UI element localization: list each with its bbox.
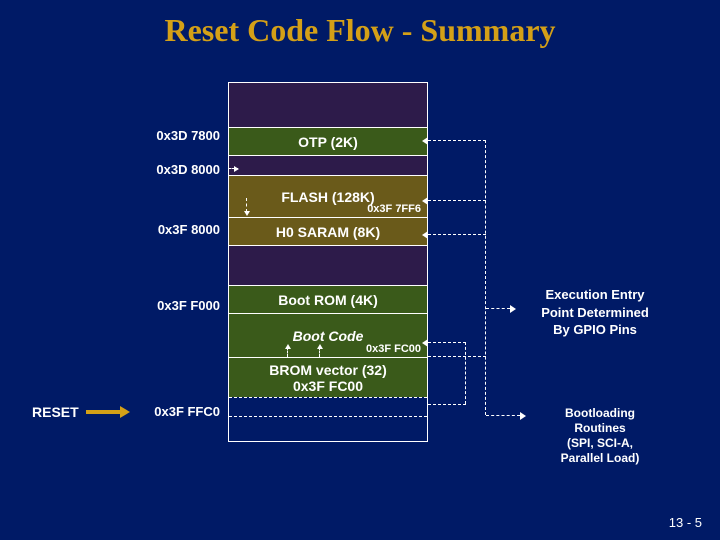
bromvec-l2: 0x3F FC00 [229, 378, 427, 394]
conn-brom-up [465, 342, 466, 404]
block-bootcode: Boot Code 0x3F FC00 [229, 313, 427, 357]
conn-to-flash-arrow-icon [428, 200, 486, 201]
bootcode-label: Boot Code [229, 328, 427, 344]
block-gap2 [229, 155, 427, 175]
conn-to-bootload-arrow-icon [486, 415, 520, 416]
bootloading-l1: Bootloading [520, 406, 680, 421]
conn-brom-in-arrow-icon [428, 342, 466, 343]
reset-arrow-icon [86, 410, 122, 414]
conn-to-h0-arrow-icon [428, 234, 486, 235]
block-bromvec: BROM vector (32) 0x3F FC00 [229, 357, 427, 397]
flash-inner-arrow-icon [246, 198, 247, 212]
block-gap3 [229, 245, 427, 285]
block-flash: FLASH (128K) 0x3F 7FF6 [229, 175, 427, 217]
reset-label: RESET [32, 404, 79, 420]
block-otp: OTP (2K) [229, 127, 427, 155]
memory-map: OTP (2K) FLASH (128K) 0x3F 7FF6 H0 SARAM… [228, 82, 428, 442]
block-gap-top [229, 83, 427, 127]
bootcode-addr: 0x3F FC00 [366, 343, 421, 355]
block-h0saram: H0 SARAM (8K) [229, 217, 427, 245]
exec-entry-text: Execution Entry Point Determined By GPIO… [510, 286, 680, 339]
addr-bootrom: 0x3F F000 [120, 298, 220, 313]
flash-end-addr: 0x3F 7FF6 [367, 203, 421, 215]
bootloading-l2: Routines [520, 421, 680, 436]
page-title: Reset Code Flow - Summary [0, 0, 720, 49]
conn-to-otp-arrow-icon [428, 140, 486, 141]
block-bottom-dashed [229, 397, 427, 441]
bootloading-l3: (SPI, SCI-A, [520, 436, 680, 451]
bootloading-l4: Parallel Load) [520, 451, 680, 466]
addr-otp: 0x3D 7800 [120, 128, 220, 143]
addr-gap2: 0x3D 8000 [120, 162, 220, 177]
bootloading-text: Bootloading Routines (SPI, SCI-A, Parall… [520, 406, 680, 466]
exec-entry-l2: Point Determined [510, 304, 680, 322]
slide-number: 13 - 5 [669, 515, 702, 530]
exec-entry-l3: By GPIO Pins [510, 321, 680, 339]
addr-h0saram: 0x3F 8000 [120, 222, 220, 237]
otp-left-arrow-icon [228, 168, 238, 169]
conn-hub-vertical [485, 140, 486, 415]
conn-to-exec-arrow-icon [486, 308, 510, 309]
addr-bromvec: 0x3F FFC0 [120, 404, 220, 419]
bromvec-l1: BROM vector (32) [229, 362, 427, 378]
conn-brom-out [428, 404, 466, 405]
exec-entry-l1: Execution Entry [510, 286, 680, 304]
conn-boot-out [428, 356, 486, 357]
block-bootrom: Boot ROM (4K) [229, 285, 427, 313]
